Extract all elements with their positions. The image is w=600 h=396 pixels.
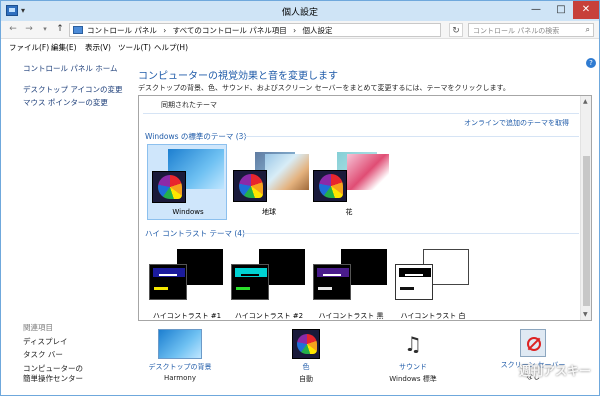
hc2-front-thumbnail (231, 264, 269, 300)
address-field[interactable]: コントロール パネル › すべてのコントロール パネル項目 › 個人設定 ▾ (69, 23, 502, 37)
sidebar-change-desktop-icons[interactable]: デスクトップ アイコンの変更 (23, 84, 123, 95)
desktop-background-setting[interactable]: デスクトップの背景 Harmony (140, 329, 220, 382)
theme-earth[interactable]: 地球 (229, 144, 309, 220)
color-palette-icon (152, 171, 186, 203)
personalization-window: ▾ 個人設定 — □ ✕ ← → ▾ ↑ コントロール パネル › すべてのコン… (0, 0, 600, 396)
related-ease-of-access-link-line2[interactable]: 簡単操作センター (23, 373, 83, 384)
sound-label[interactable]: サウンド (373, 362, 453, 372)
back-arrow-icon[interactable]: ← (7, 23, 19, 36)
address-bar-row: ← → ▾ ↑ コントロール パネル › すべてのコントロール パネル項目 › … (1, 21, 599, 39)
theme-high-contrast-black[interactable]: ハイコントラスト 黒 (311, 246, 391, 320)
menu-help[interactable]: ヘルプ(H) (154, 42, 188, 53)
title-bar[interactable]: ▾ 個人設定 — □ ✕ (1, 1, 599, 21)
color-icon (292, 329, 320, 359)
sidebar-change-mouse-pointers[interactable]: マウス ポインターの変更 (23, 97, 108, 108)
menu-file[interactable]: ファイル(F) (9, 42, 49, 53)
close-button[interactable]: ✕ (573, 1, 599, 19)
breadcrumb: コントロール パネル › すべてのコントロール パネル項目 › 個人設定 (87, 25, 337, 36)
high-contrast-group-title: ハイ コントラスト テーマ (4) (145, 229, 245, 238)
get-more-themes-online-link[interactable]: オンラインで追加のテーマを取得 (464, 118, 569, 128)
sound-icon: ♫ (404, 332, 422, 356)
related-display-link[interactable]: ディスプレイ (23, 336, 67, 347)
menu-view[interactable]: 表示(V) (85, 42, 111, 53)
divider (239, 136, 579, 137)
watermark-logo: 週刊アスキー (518, 364, 591, 378)
up-arrow-icon[interactable]: ↑ (54, 23, 66, 36)
flower-wallpaper-thumbnail (347, 154, 389, 190)
breadcrumb-separator[interactable]: › (163, 26, 166, 35)
breadcrumb-personalization[interactable]: 個人設定 (303, 26, 333, 35)
related-taskbar-link[interactable]: タスク バー (23, 349, 63, 360)
desktop-background-icon (158, 329, 202, 359)
menu-tools[interactable]: ツール(T) (118, 42, 151, 53)
hc-black-front-thumbnail (313, 264, 351, 300)
color-value: 自動 (299, 375, 313, 383)
theme-name: ハイコントラスト #2 (234, 312, 304, 320)
scrollbar-thumb[interactable] (583, 156, 590, 306)
theme-high-contrast-2[interactable]: ハイコントラスト #2 (229, 246, 309, 320)
recent-pages-chevron-icon[interactable]: ▾ (39, 23, 51, 36)
scroll-down-arrow-icon[interactable]: ▼ (583, 311, 588, 318)
earth-wallpaper-thumbnail (265, 154, 309, 190)
desktop-background-value: Harmony (164, 374, 196, 382)
screensaver-icon (520, 329, 546, 357)
color-palette-icon (233, 170, 267, 202)
windows-themes-group-title: Windows の標準のテーマ (3) (145, 132, 247, 141)
sidebar-control-panel-home[interactable]: コントロール パネル ホーム (23, 63, 118, 74)
desktop-background-label[interactable]: デスクトップの背景 (140, 362, 220, 372)
theme-name: Windows (172, 208, 204, 216)
color-palette-icon (313, 170, 347, 202)
sound-setting[interactable]: ♫ サウンド Windows 標準 (373, 329, 453, 384)
theme-high-contrast-white[interactable]: ハイコントラスト 白 (393, 246, 473, 320)
divider (243, 233, 579, 234)
color-setting[interactable]: 色 自動 (266, 329, 346, 384)
related-items-heading: 関連項目 (23, 323, 53, 332)
breadcrumb-all-items[interactable]: すべてのコントロール パネル項目 (173, 26, 287, 35)
theme-list-scrollbar[interactable]: ▲ ▼ (580, 96, 591, 320)
search-placeholder: コントロール パネルの検索 (473, 27, 560, 35)
forward-arrow-icon[interactable]: → (23, 23, 35, 36)
breadcrumb-separator[interactable]: › (293, 26, 296, 35)
theme-list[interactable]: 同期されたテーマ オンラインで追加のテーマを取得 Windows の標準のテーマ… (138, 95, 592, 321)
search-field[interactable]: コントロール パネルの検索 ⌕ (468, 23, 594, 37)
sound-value: Windows 標準 (389, 375, 437, 383)
theme-name: 花 (345, 208, 353, 216)
theme-name: 地球 (262, 208, 276, 216)
breadcrumb-control-panel[interactable]: コントロール パネル (87, 26, 157, 35)
minimize-button[interactable]: — (523, 1, 549, 19)
refresh-icon[interactable]: ↻ (449, 23, 463, 37)
hc1-front-thumbnail (149, 264, 187, 300)
color-label[interactable]: 色 (266, 362, 346, 372)
menu-bar: ファイル(F) 編集(E) 表示(V) ツール(T) ヘルプ(H) (1, 40, 599, 55)
help-icon[interactable]: ? (586, 58, 596, 68)
page-description: デスクトップの背景、色、サウンド、およびスクリーン セーバーをまとめて変更するに… (138, 84, 510, 92)
page-title: コンピューターの視覚効果と音を変更します (138, 71, 338, 82)
window-title: 個人設定 (281, 8, 318, 18)
theme-high-contrast-1[interactable]: ハイコントラスト #1 (147, 246, 227, 320)
hc-white-front-thumbnail (395, 264, 433, 300)
theme-name: ハイコントラスト #1 (152, 312, 222, 320)
control-panel-small-icon (73, 26, 83, 34)
theme-name: ハイコントラスト 黒 (318, 312, 384, 320)
menu-edit[interactable]: 編集(E) (51, 42, 77, 53)
search-icon[interactable]: ⌕ (586, 25, 590, 35)
synced-theme-label: 同期されたテーマ (161, 101, 217, 109)
scroll-up-arrow-icon[interactable]: ▲ (583, 98, 588, 105)
divider (143, 113, 579, 114)
theme-name: ハイコントラスト 白 (400, 312, 466, 320)
maximize-button[interactable]: □ (548, 1, 574, 19)
theme-windows[interactable]: Windows (147, 144, 227, 220)
theme-flower[interactable]: 花 (309, 144, 389, 220)
